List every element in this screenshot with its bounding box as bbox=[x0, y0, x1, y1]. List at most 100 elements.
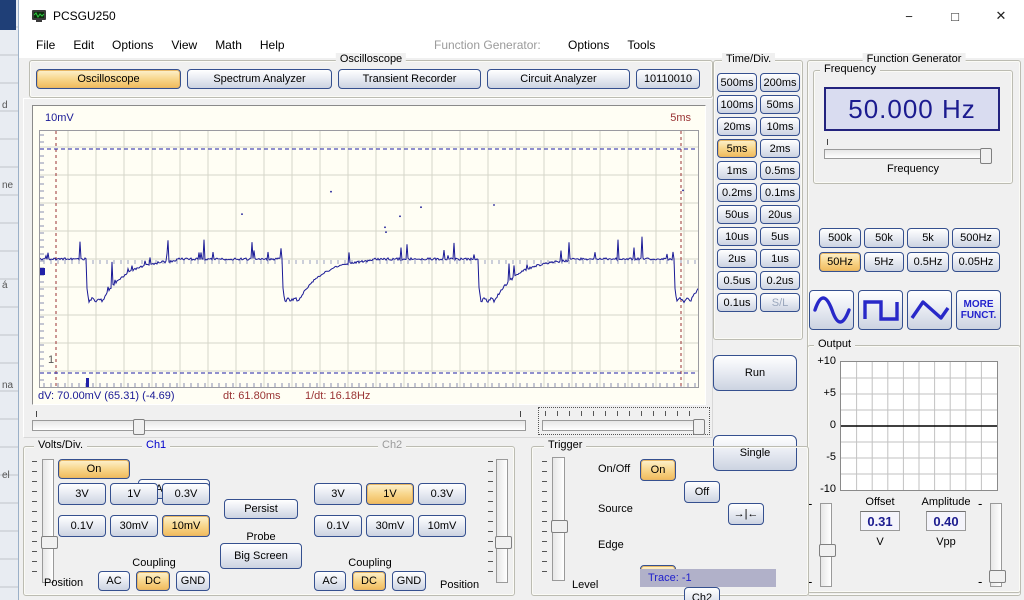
trigger-level-handle[interactable] bbox=[551, 520, 568, 533]
timediv-0-1us[interactable]: 0.1us bbox=[717, 293, 757, 312]
timediv-200ms[interactable]: 200ms bbox=[760, 73, 800, 92]
frequency-slider[interactable] bbox=[824, 139, 996, 164]
ch1-coupling-ac[interactable]: AC bbox=[98, 571, 130, 591]
amplitude-slider[interactable] bbox=[989, 503, 1006, 587]
menu-view[interactable]: View bbox=[162, 38, 206, 52]
triangle-wave-button[interactable] bbox=[907, 290, 952, 330]
freq-preset-5hz[interactable]: 5Hz bbox=[864, 252, 904, 272]
tab-10110010[interactable]: 10110010 bbox=[636, 69, 700, 89]
run-button[interactable]: Run bbox=[713, 355, 797, 391]
ch1-volts-30mv[interactable]: 30mV bbox=[110, 515, 158, 537]
ch2-volts-1v[interactable]: 1V bbox=[366, 483, 414, 505]
menu-help[interactable]: Help bbox=[251, 38, 294, 52]
ch1-coupling-gnd[interactable]: GND bbox=[176, 571, 210, 591]
timediv-50ms[interactable]: 50ms bbox=[760, 95, 800, 114]
trigger-source-ch2-button[interactable]: Ch2 bbox=[684, 587, 720, 600]
offset-slider-handle[interactable] bbox=[819, 544, 836, 557]
tab-row: Oscilloscope Spectrum Analyzer Transient R… bbox=[36, 69, 700, 89]
big-screen-button[interactable]: Big Screen bbox=[220, 543, 302, 569]
timediv-0-1ms[interactable]: 0.1ms bbox=[760, 183, 800, 202]
sine-wave-button[interactable] bbox=[809, 290, 854, 330]
tab-circuit-analyzer[interactable]: Circuit Analyzer bbox=[487, 69, 630, 89]
timediv-0-5ms[interactable]: 0.5ms bbox=[760, 161, 800, 180]
timediv-2ms[interactable]: 2ms bbox=[760, 139, 800, 158]
more-functions-button[interactable]: MORE FUNCT. bbox=[956, 290, 1001, 330]
timediv-s-l[interactable]: S/L bbox=[760, 293, 800, 312]
frequency-presets-grid: 500k 50k 5k 500Hz 50Hz 5Hz 0.5Hz 0.05Hz bbox=[819, 228, 1000, 272]
timediv-0-2us[interactable]: 0.2us bbox=[760, 271, 800, 290]
freq-preset-50hz[interactable]: 50Hz bbox=[819, 252, 861, 272]
x-position-track[interactable] bbox=[32, 419, 526, 435]
freq-preset-0-5hz[interactable]: 0.5Hz bbox=[907, 252, 949, 272]
trigger-on-button[interactable]: On bbox=[640, 459, 676, 481]
maximize-button[interactable]: □ bbox=[932, 0, 978, 32]
timediv-10ms[interactable]: 10ms bbox=[760, 117, 800, 136]
trigger-off-button[interactable]: Off bbox=[684, 481, 720, 503]
x-position-slider[interactable] bbox=[32, 411, 528, 435]
ch2-volts-10mv[interactable]: 10mV bbox=[418, 515, 466, 537]
ch2-volts-3v[interactable]: 3V bbox=[314, 483, 362, 505]
ch1-volts-10mv[interactable]: 10mV bbox=[162, 515, 210, 537]
fg-menu-options[interactable]: Options bbox=[559, 38, 618, 52]
ch1-volts-3v[interactable]: 3V bbox=[58, 483, 106, 505]
tab-spectrum-analyzer[interactable]: Spectrum Analyzer bbox=[187, 69, 332, 89]
tab-oscilloscope[interactable]: Oscilloscope bbox=[36, 69, 181, 89]
trigger-position-handle[interactable] bbox=[693, 419, 705, 435]
timediv-20ms[interactable]: 20ms bbox=[717, 117, 757, 136]
timediv-0-5us[interactable]: 0.5us bbox=[717, 271, 757, 290]
freq-preset-5k[interactable]: 5k bbox=[907, 228, 949, 248]
ch2-position-slider[interactable] bbox=[495, 459, 512, 583]
ch2-volts-0-1v[interactable]: 0.1V bbox=[314, 515, 362, 537]
persist-button[interactable]: Persist bbox=[224, 499, 298, 519]
trigger-position-slider[interactable] bbox=[538, 407, 710, 435]
amplitude-slider-handle[interactable] bbox=[989, 570, 1006, 583]
ch1-coupling-label: Coupling bbox=[132, 557, 176, 569]
timediv-50us[interactable]: 50us bbox=[717, 205, 757, 224]
timediv-100ms[interactable]: 100ms bbox=[717, 95, 757, 114]
x-position-handle[interactable] bbox=[133, 419, 145, 435]
timediv-5us[interactable]: 5us bbox=[760, 227, 800, 246]
tab-transient-recorder[interactable]: Transient Recorder bbox=[338, 69, 481, 89]
ch2-position-handle[interactable] bbox=[495, 536, 512, 549]
ch2-volts-0-3v[interactable]: 0.3V bbox=[418, 483, 466, 505]
frequency-group-title: Frequency bbox=[820, 63, 880, 75]
close-button[interactable]: ✕ bbox=[978, 0, 1024, 32]
ch2-coupling-gnd[interactable]: GND bbox=[392, 571, 426, 591]
ch1-position-slider[interactable] bbox=[41, 459, 58, 583]
timediv-2us[interactable]: 2us bbox=[717, 249, 757, 268]
fg-menu-tools[interactable]: Tools bbox=[618, 38, 664, 52]
freq-preset-0-05hz[interactable]: 0.05Hz bbox=[952, 252, 1000, 272]
square-wave-button[interactable] bbox=[858, 290, 903, 330]
trigger-position-track[interactable] bbox=[542, 419, 705, 435]
ch1-coupling-dc[interactable]: DC bbox=[136, 571, 170, 591]
ch2-volts-30mv[interactable]: 30mV bbox=[366, 515, 414, 537]
timediv-1ms[interactable]: 1ms bbox=[717, 161, 757, 180]
timediv-500ms[interactable]: 500ms bbox=[717, 73, 757, 92]
offset-slider[interactable] bbox=[819, 503, 836, 587]
ch1-position-handle[interactable] bbox=[41, 536, 58, 549]
menu-options[interactable]: Options bbox=[103, 38, 162, 52]
ch1-volts-0-3v[interactable]: 0.3V bbox=[162, 483, 210, 505]
timediv-0-2ms[interactable]: 0.2ms bbox=[717, 183, 757, 202]
menu-math[interactable]: Math bbox=[206, 38, 251, 52]
frequency-slider-handle[interactable] bbox=[980, 148, 992, 164]
timediv-1us[interactable]: 1us bbox=[760, 249, 800, 268]
ch1-volts-1v[interactable]: 1V bbox=[110, 483, 158, 505]
timediv-20us[interactable]: 20us bbox=[760, 205, 800, 224]
menu-edit[interactable]: Edit bbox=[64, 38, 103, 52]
timediv-5ms[interactable]: 5ms bbox=[717, 139, 757, 158]
menu-file[interactable]: File bbox=[27, 38, 64, 52]
trigger-level-slider[interactable] bbox=[551, 457, 568, 581]
ch2-coupling-ac[interactable]: AC bbox=[314, 571, 346, 591]
ch1-volts-0-1v[interactable]: 0.1V bbox=[58, 515, 106, 537]
ch1-on-button[interactable]: On bbox=[58, 459, 130, 479]
timediv-10us[interactable]: 10us bbox=[717, 227, 757, 246]
minimize-button[interactable]: − bbox=[886, 0, 932, 32]
waveform-buttons: MORE FUNCT. bbox=[809, 290, 1001, 330]
square-icon bbox=[862, 300, 899, 321]
freq-preset-500hz[interactable]: 500Hz bbox=[952, 228, 1000, 248]
trigger-compress-button[interactable]: →|← bbox=[728, 503, 764, 525]
freq-preset-50k[interactable]: 50k bbox=[864, 228, 904, 248]
freq-preset-500k[interactable]: 500k bbox=[819, 228, 861, 248]
ch2-coupling-dc[interactable]: DC bbox=[352, 571, 386, 591]
